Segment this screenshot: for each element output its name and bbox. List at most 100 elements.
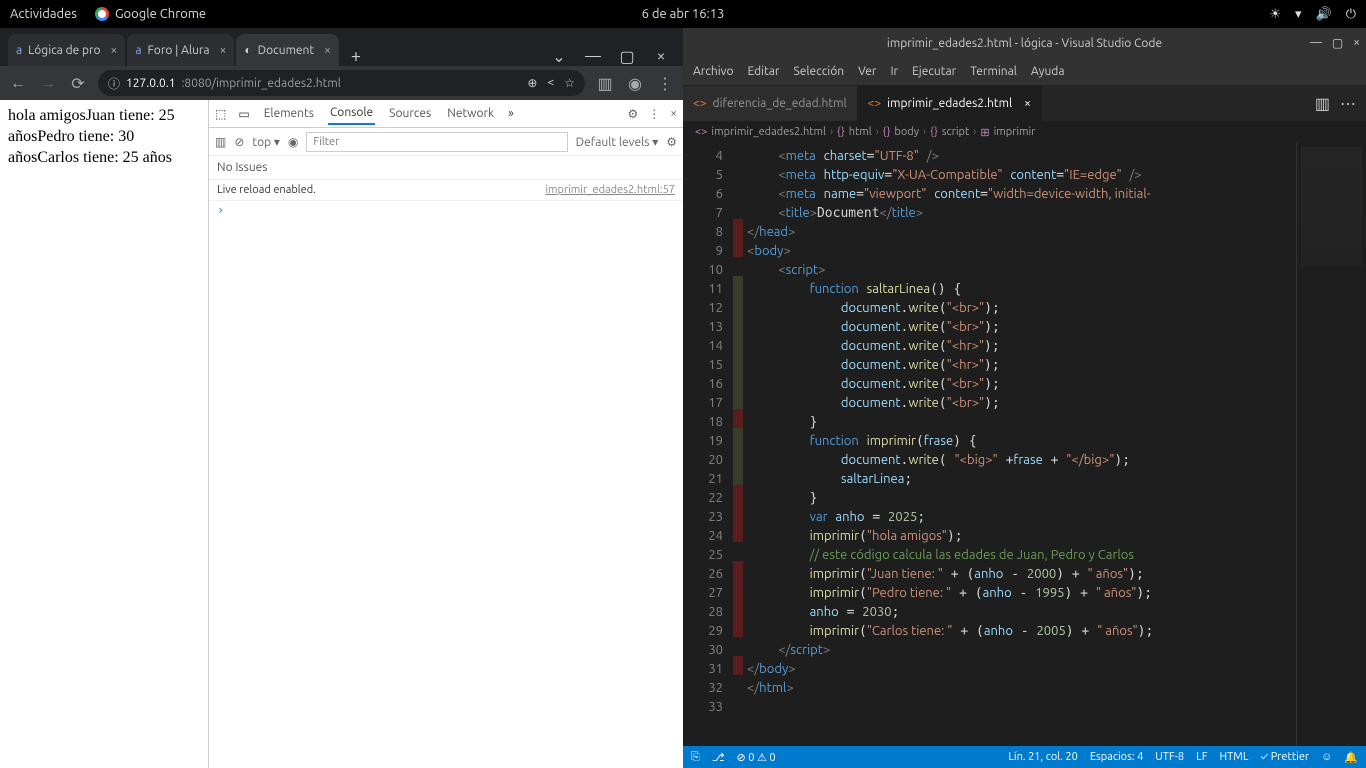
clear-console-icon[interactable]: ⊘ xyxy=(234,135,244,149)
menu-terminal[interactable]: Terminal xyxy=(970,65,1017,78)
html-file-icon: <> xyxy=(693,97,707,110)
console-prompt[interactable]: › xyxy=(209,201,683,219)
power-icon[interactable]: ⏻ xyxy=(1346,7,1356,22)
console-log-row: Live reload enabled. imprimir_edades2.ht… xyxy=(209,180,683,201)
breadcrumb-item[interactable]: imprimir_edades2.html xyxy=(711,126,826,138)
log-source-link[interactable]: imprimir_edades2.html:57 xyxy=(545,184,675,196)
breadcrumb-item[interactable]: imprimir xyxy=(994,126,1036,138)
minimize-icon[interactable]: — xyxy=(579,47,607,66)
split-editor-icon[interactable]: ▥ xyxy=(1315,94,1330,113)
status-bar: ⎘ ⎇ ⊘ 0 ⚠ 0 Lín. 21, col. 20 Espacios: 4… xyxy=(683,746,1366,768)
cursor-position[interactable]: Lín. 21, col. 20 xyxy=(1008,751,1077,764)
breadcrumb-icon: <> xyxy=(695,126,707,138)
profile-icon[interactable]: ◉ xyxy=(625,74,645,93)
console-sidebar-icon[interactable]: ▥ xyxy=(215,135,226,149)
tab-elements[interactable]: Elements xyxy=(262,103,316,124)
filter-input[interactable] xyxy=(306,132,567,152)
translate-icon[interactable]: ⊕ xyxy=(527,76,537,90)
indent[interactable]: Espacios: 4 xyxy=(1090,751,1143,764)
eye-icon[interactable]: ◉ xyxy=(288,135,298,149)
breadcrumb-icon: {} xyxy=(837,126,845,138)
wifi-icon[interactable]: ▾ xyxy=(1295,7,1302,22)
breadcrumb-item[interactable]: script xyxy=(942,126,970,138)
active-app[interactable]: Google Chrome xyxy=(95,7,206,21)
maximize-icon[interactable]: ▢ xyxy=(613,47,641,66)
menu-ir[interactable]: Ir xyxy=(890,65,898,78)
bell-icon[interactable]: 🔔 xyxy=(1344,751,1358,764)
breadcrumb-item[interactable]: html xyxy=(849,126,872,138)
gnome-topbar: Actividades Google Chrome 6 de abr 16:13… xyxy=(0,0,1366,28)
volume-icon[interactable]: 🔊 xyxy=(1316,7,1332,22)
maximize-icon[interactable]: ▢ xyxy=(1332,36,1343,50)
prettier-status[interactable]: ✓ Prettier xyxy=(1260,751,1309,764)
device-icon[interactable]: ▭ xyxy=(238,107,249,121)
menu-icon[interactable]: ⋮ xyxy=(655,74,675,93)
back-button[interactable]: ← xyxy=(8,74,28,93)
code-area[interactable]: <meta charset="UTF-8" /> <meta http-equi… xyxy=(743,143,1296,746)
gear-icon[interactable]: ⚙ xyxy=(666,135,677,149)
close-icon[interactable]: × xyxy=(1353,36,1360,50)
eol[interactable]: LF xyxy=(1196,751,1207,764)
close-icon[interactable]: × xyxy=(220,44,227,57)
browser-tab-0[interactable]: aLógica de pro× xyxy=(8,34,125,66)
more-icon[interactable]: ⋯ xyxy=(1340,94,1356,113)
brightness-icon[interactable]: ☀ xyxy=(1269,7,1281,22)
minimap[interactable] xyxy=(1296,143,1366,746)
problems[interactable]: ⊘ 0 ⚠ 0 xyxy=(737,751,776,764)
chrome-toolbar: ← → ⟳ ⓘ 127.0.0.1:8080/imprimir_edades2.… xyxy=(0,66,683,100)
activities-button[interactable]: Actividades xyxy=(10,7,77,21)
bookmark-icon[interactable]: ☆ xyxy=(564,76,575,90)
editor-tab-0[interactable]: <>diferencia_de_edad.html xyxy=(683,86,858,121)
context-selector[interactable]: top ▾ xyxy=(252,135,280,149)
browser-tab-1[interactable]: aForo | Alura× xyxy=(127,34,234,66)
close-icon[interactable]: × xyxy=(647,47,675,66)
forward-button[interactable]: → xyxy=(38,74,58,93)
gear-icon[interactable]: ⚙ xyxy=(627,107,638,121)
breadcrumb[interactable]: <> imprimir_edades2.html›{} html›{} body… xyxy=(683,121,1366,143)
editor-tabs: <>diferencia_de_edad.html <>imprimir_eda… xyxy=(683,86,1366,121)
source-control-icon[interactable]: ⎇ xyxy=(712,751,725,764)
issues-bar[interactable]: No Issues xyxy=(209,156,683,180)
reload-button[interactable]: ⟳ xyxy=(68,74,88,93)
breadcrumb-item[interactable]: body xyxy=(894,126,919,138)
clock[interactable]: 6 de abr 16:13 xyxy=(642,7,725,21)
close-icon[interactable]: × xyxy=(111,44,118,57)
sidepanel-icon[interactable]: ▥ xyxy=(595,74,615,93)
close-icon[interactable]: × xyxy=(1024,97,1031,110)
tabs-dropdown-icon[interactable]: ⌄ xyxy=(545,47,573,66)
share-icon[interactable]: < xyxy=(547,76,554,90)
tab-console[interactable]: Console xyxy=(328,102,375,125)
breadcrumb-icon: ⊞ xyxy=(980,126,989,139)
new-tab-button[interactable]: + xyxy=(341,46,371,66)
language-mode[interactable]: HTML xyxy=(1220,751,1249,764)
menu-ejecutar[interactable]: Ejecutar xyxy=(912,65,956,78)
minimize-icon[interactable]: — xyxy=(1310,36,1322,50)
menu-editar[interactable]: Editar xyxy=(748,65,780,78)
menu-ayuda[interactable]: Ayuda xyxy=(1031,65,1065,78)
tab-sources[interactable]: Sources xyxy=(387,103,433,124)
page-content: hola amigosJuan tiene: 25 añosPedro tien… xyxy=(0,100,208,768)
editor-tab-1[interactable]: <>imprimir_edades2.html× xyxy=(858,86,1042,121)
tab-network[interactable]: Network xyxy=(445,103,496,124)
site-info-icon[interactable]: ⓘ xyxy=(108,75,120,92)
change-marks xyxy=(733,143,743,746)
kebab-icon[interactable]: ⋮ xyxy=(648,107,660,121)
browser-tab-2[interactable]: ◐Document× xyxy=(236,34,339,66)
menu-archivo[interactable]: Archivo xyxy=(693,65,734,78)
levels-selector[interactable]: Default levels ▾ xyxy=(576,135,659,149)
line-gutter: 4567891011121314151617181920212223242526… xyxy=(683,143,733,746)
feedback-icon[interactable]: ☺ xyxy=(1321,751,1332,764)
close-icon[interactable]: × xyxy=(670,107,677,121)
menu-ver[interactable]: Ver xyxy=(858,65,876,78)
close-icon[interactable]: × xyxy=(324,44,331,57)
html-file-icon: <> xyxy=(868,97,882,110)
remote-icon[interactable]: ⎘ xyxy=(691,751,700,764)
inspect-icon[interactable]: ⬚ xyxy=(215,107,226,121)
address-bar[interactable]: ⓘ 127.0.0.1:8080/imprimir_edades2.html ⊕… xyxy=(98,70,585,96)
more-tabs-icon[interactable]: » xyxy=(508,107,514,120)
menu-selección[interactable]: Selección xyxy=(793,65,844,78)
breadcrumb-icon: {} xyxy=(930,126,938,138)
encoding[interactable]: UTF-8 xyxy=(1155,751,1184,764)
vscode-titlebar: imprimir_edades2.html - lógica - Visual … xyxy=(683,28,1366,58)
editor[interactable]: 4567891011121314151617181920212223242526… xyxy=(683,143,1366,746)
